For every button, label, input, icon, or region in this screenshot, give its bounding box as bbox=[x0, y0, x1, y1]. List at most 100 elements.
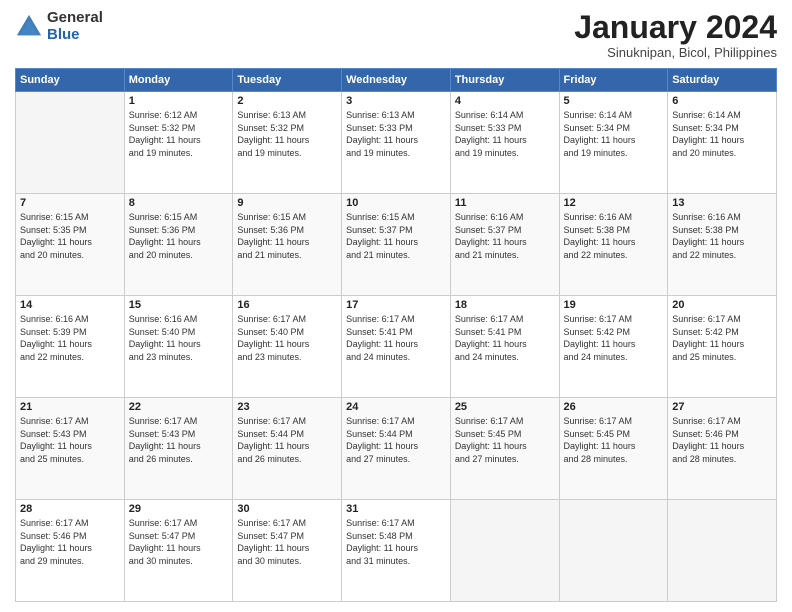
day-info: Sunrise: 6:17 AM Sunset: 5:42 PM Dayligh… bbox=[672, 313, 772, 363]
day-number: 31 bbox=[346, 503, 446, 515]
week-row-3: 21 Sunrise: 6:17 AM Sunset: 5:43 PM Dayli… bbox=[16, 398, 777, 500]
day-cell bbox=[450, 500, 559, 602]
day-cell bbox=[16, 92, 125, 194]
day-cell: 23 Sunrise: 6:17 AM Sunset: 5:44 PM Dayli… bbox=[233, 398, 342, 500]
day-info: Sunrise: 6:14 AM Sunset: 5:33 PM Dayligh… bbox=[455, 109, 555, 159]
day-info: Sunrise: 6:16 AM Sunset: 5:38 PM Dayligh… bbox=[672, 211, 772, 261]
subtitle: Sinuknipan, Bicol, Philippines bbox=[574, 45, 777, 60]
day-number: 23 bbox=[237, 401, 337, 413]
day-info: Sunrise: 6:17 AM Sunset: 5:44 PM Dayligh… bbox=[346, 415, 446, 465]
day-cell: 20 Sunrise: 6:17 AM Sunset: 5:42 PM Dayli… bbox=[668, 296, 777, 398]
day-cell: 6Sunrise: 6:14 AM Sunset: 5:34 PM Daylig… bbox=[668, 92, 777, 194]
day-number: 30 bbox=[237, 503, 337, 515]
day-number: 1 bbox=[129, 95, 229, 107]
col-wednesday: Wednesday bbox=[342, 69, 451, 92]
day-info: Sunrise: 6:17 AM Sunset: 5:45 PM Dayligh… bbox=[455, 415, 555, 465]
day-cell: 1 Sunrise: 6:12 AM Sunset: 5:32 PM Daylig… bbox=[124, 92, 233, 194]
day-cell: 14Sunrise: 6:16 AM Sunset: 5:39 PM Dayli… bbox=[16, 296, 125, 398]
day-number: 17 bbox=[346, 299, 446, 311]
day-cell: 24Sunrise: 6:17 AM Sunset: 5:44 PM Dayli… bbox=[342, 398, 451, 500]
week-row-2: 14Sunrise: 6:16 AM Sunset: 5:39 PM Dayli… bbox=[16, 296, 777, 398]
col-sunday: Sunday bbox=[16, 69, 125, 92]
main-title: January 2024 bbox=[574, 10, 777, 45]
day-number: 2 bbox=[237, 95, 337, 107]
day-info: Sunrise: 6:15 AM Sunset: 5:37 PM Dayligh… bbox=[346, 211, 446, 261]
day-info: Sunrise: 6:17 AM Sunset: 5:48 PM Dayligh… bbox=[346, 517, 446, 567]
day-number: 27 bbox=[672, 401, 772, 413]
day-number: 20 bbox=[672, 299, 772, 311]
day-cell: 21 Sunrise: 6:17 AM Sunset: 5:43 PM Dayli… bbox=[16, 398, 125, 500]
day-info: Sunrise: 6:17 AM Sunset: 5:41 PM Dayligh… bbox=[455, 313, 555, 363]
day-cell: 29 Sunrise: 6:17 AM Sunset: 5:47 PM Dayli… bbox=[124, 500, 233, 602]
day-cell: 25 Sunrise: 6:17 AM Sunset: 5:45 PM Dayli… bbox=[450, 398, 559, 500]
day-number: 9 bbox=[237, 197, 337, 209]
day-cell bbox=[559, 500, 668, 602]
day-cell: 11Sunrise: 6:16 AM Sunset: 5:37 PM Dayli… bbox=[450, 194, 559, 296]
day-number: 21 bbox=[20, 401, 120, 413]
title-section: January 2024 Sinuknipan, Bicol, Philippi… bbox=[574, 10, 777, 60]
col-tuesday: Tuesday bbox=[233, 69, 342, 92]
day-info: Sunrise: 6:17 AM Sunset: 5:47 PM Dayligh… bbox=[129, 517, 229, 567]
day-cell: 18 Sunrise: 6:17 AM Sunset: 5:41 PM Dayli… bbox=[450, 296, 559, 398]
day-cell: 9 Sunrise: 6:15 AM Sunset: 5:36 PM Daylig… bbox=[233, 194, 342, 296]
day-cell: 10 Sunrise: 6:15 AM Sunset: 5:37 PM Dayli… bbox=[342, 194, 451, 296]
day-cell: 8Sunrise: 6:15 AM Sunset: 5:36 PM Daylig… bbox=[124, 194, 233, 296]
day-cell: 13 Sunrise: 6:16 AM Sunset: 5:38 PM Dayli… bbox=[668, 194, 777, 296]
day-number: 13 bbox=[672, 197, 772, 209]
day-number: 3 bbox=[346, 95, 446, 107]
calendar-table: Sunday Monday Tuesday Wednesday Thursday… bbox=[15, 68, 777, 602]
day-number: 5 bbox=[564, 95, 664, 107]
day-cell: 16Sunrise: 6:17 AM Sunset: 5:40 PM Dayli… bbox=[233, 296, 342, 398]
page: General Blue January 2024 Sinuknipan, Bi… bbox=[0, 0, 792, 612]
day-info: Sunrise: 6:14 AM Sunset: 5:34 PM Dayligh… bbox=[564, 109, 664, 159]
day-number: 15 bbox=[129, 299, 229, 311]
col-friday: Friday bbox=[559, 69, 668, 92]
col-monday: Monday bbox=[124, 69, 233, 92]
day-number: 18 bbox=[455, 299, 555, 311]
col-saturday: Saturday bbox=[668, 69, 777, 92]
week-row-1: 7Sunrise: 6:15 AM Sunset: 5:35 PM Daylig… bbox=[16, 194, 777, 296]
header: General Blue January 2024 Sinuknipan, Bi… bbox=[15, 10, 777, 60]
logo-blue-text: Blue bbox=[47, 27, 103, 44]
day-info: Sunrise: 6:17 AM Sunset: 5:46 PM Dayligh… bbox=[20, 517, 120, 567]
day-number: 8 bbox=[129, 197, 229, 209]
day-cell: 4 Sunrise: 6:14 AM Sunset: 5:33 PM Daylig… bbox=[450, 92, 559, 194]
day-info: Sunrise: 6:13 AM Sunset: 5:33 PM Dayligh… bbox=[346, 109, 446, 159]
day-cell: 5 Sunrise: 6:14 AM Sunset: 5:34 PM Daylig… bbox=[559, 92, 668, 194]
day-number: 29 bbox=[129, 503, 229, 515]
day-cell: 7Sunrise: 6:15 AM Sunset: 5:35 PM Daylig… bbox=[16, 194, 125, 296]
day-info: Sunrise: 6:17 AM Sunset: 5:44 PM Dayligh… bbox=[237, 415, 337, 465]
day-info: Sunrise: 6:17 AM Sunset: 5:41 PM Dayligh… bbox=[346, 313, 446, 363]
day-info: Sunrise: 6:12 AM Sunset: 5:32 PM Dayligh… bbox=[129, 109, 229, 159]
day-info: Sunrise: 6:17 AM Sunset: 5:47 PM Dayligh… bbox=[237, 517, 337, 567]
day-info: Sunrise: 6:17 AM Sunset: 5:46 PM Dayligh… bbox=[672, 415, 772, 465]
calendar-header: Sunday Monday Tuesday Wednesday Thursday… bbox=[16, 69, 777, 92]
day-cell: 15Sunrise: 6:16 AM Sunset: 5:40 PM Dayli… bbox=[124, 296, 233, 398]
day-cell: 31 Sunrise: 6:17 AM Sunset: 5:48 PM Dayli… bbox=[342, 500, 451, 602]
day-cell: 17 Sunrise: 6:17 AM Sunset: 5:41 PM Dayli… bbox=[342, 296, 451, 398]
day-number: 10 bbox=[346, 197, 446, 209]
day-number: 26 bbox=[564, 401, 664, 413]
day-info: Sunrise: 6:16 AM Sunset: 5:38 PM Dayligh… bbox=[564, 211, 664, 261]
calendar-body: 1 Sunrise: 6:12 AM Sunset: 5:32 PM Daylig… bbox=[16, 92, 777, 602]
day-number: 25 bbox=[455, 401, 555, 413]
day-info: Sunrise: 6:17 AM Sunset: 5:43 PM Dayligh… bbox=[129, 415, 229, 465]
day-cell: 27 Sunrise: 6:17 AM Sunset: 5:46 PM Dayli… bbox=[668, 398, 777, 500]
day-info: Sunrise: 6:17 AM Sunset: 5:43 PM Dayligh… bbox=[20, 415, 120, 465]
day-cell: 3 Sunrise: 6:13 AM Sunset: 5:33 PM Daylig… bbox=[342, 92, 451, 194]
day-number: 28 bbox=[20, 503, 120, 515]
day-cell: 28 Sunrise: 6:17 AM Sunset: 5:46 PM Dayli… bbox=[16, 500, 125, 602]
day-info: Sunrise: 6:13 AM Sunset: 5:32 PM Dayligh… bbox=[237, 109, 337, 159]
day-number: 6 bbox=[672, 95, 772, 107]
logo-general-text: General bbox=[47, 10, 103, 27]
day-number: 12 bbox=[564, 197, 664, 209]
day-cell: 26Sunrise: 6:17 AM Sunset: 5:45 PM Dayli… bbox=[559, 398, 668, 500]
day-number: 4 bbox=[455, 95, 555, 107]
day-cell: 2 Sunrise: 6:13 AM Sunset: 5:32 PM Daylig… bbox=[233, 92, 342, 194]
day-info: Sunrise: 6:15 AM Sunset: 5:36 PM Dayligh… bbox=[237, 211, 337, 261]
day-cell bbox=[668, 500, 777, 602]
day-info: Sunrise: 6:17 AM Sunset: 5:40 PM Dayligh… bbox=[237, 313, 337, 363]
day-number: 7 bbox=[20, 197, 120, 209]
col-thursday: Thursday bbox=[450, 69, 559, 92]
day-number: 14 bbox=[20, 299, 120, 311]
